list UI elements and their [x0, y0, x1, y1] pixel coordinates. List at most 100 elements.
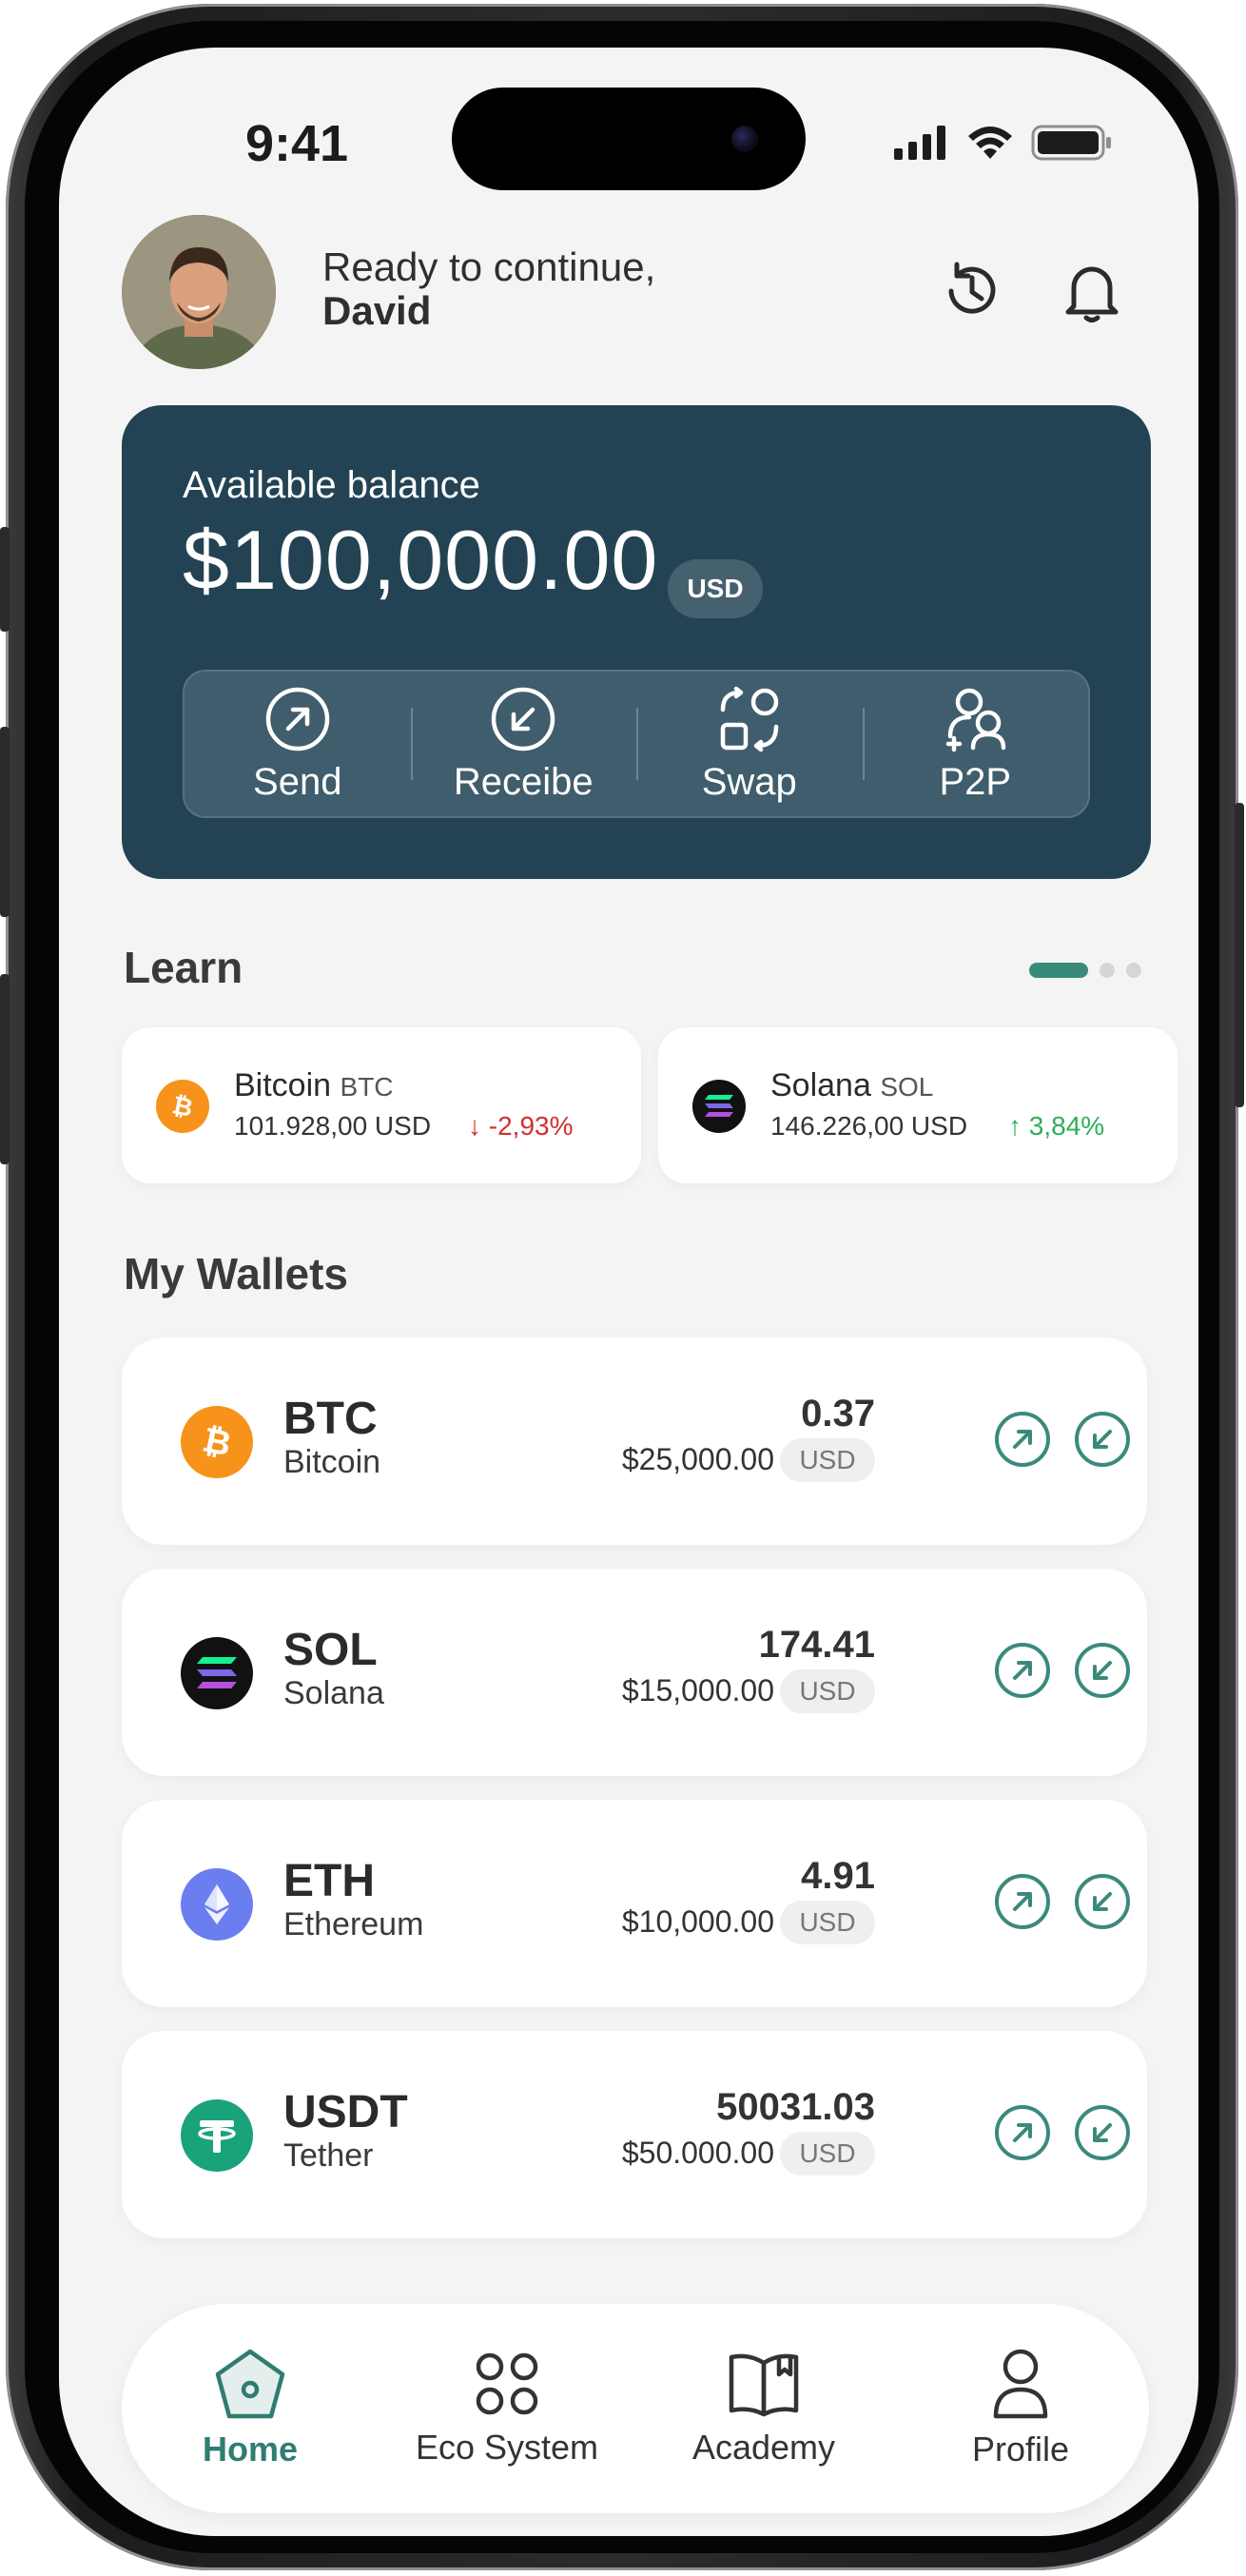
battery-icon: [1031, 125, 1111, 161]
grid-icon: [476, 2352, 538, 2415]
wallet-send-button[interactable]: [995, 1874, 1050, 1929]
camera-icon: [731, 126, 758, 152]
status-time: 9:41: [245, 115, 349, 172]
avatar[interactable]: [122, 215, 276, 369]
bottom-tab-bar: Home Eco System Academy Profile: [122, 2304, 1149, 2513]
signal-icon: [894, 126, 945, 160]
wallet-row-btc[interactable]: ₿ BTC Bitcoin 0.37 $25,000.00 USD: [122, 1337, 1147, 1545]
learn-card-bitcoin[interactable]: ₿ Bitcoin BTC 101.928,00 USD ↓ -2,93%: [122, 1027, 641, 1183]
phone-frame: 9:41 Ready to continue, David Available …: [0, 4, 1244, 2570]
power-button: [1235, 803, 1244, 1107]
wallet-value: $15,000.00: [621, 1673, 774, 1708]
balance-label: Available balance: [183, 464, 480, 506]
wallet-value: $25,000.00: [621, 1442, 774, 1476]
greeting-text: Ready to continue,: [322, 244, 656, 289]
coin-price: 101.928,00 USD: [234, 1111, 432, 1141]
coin-name: Solana: [770, 1067, 871, 1103]
wallet-amount: 174.41: [758, 1624, 875, 1666]
wallet-send-button[interactable]: [995, 1643, 1050, 1698]
wallet-row-sol[interactable]: SOL Solana 174.41 $15,000.00 USD: [122, 1569, 1147, 1776]
receive-button[interactable]: Receibe: [410, 672, 637, 816]
wallet-name: Tether: [283, 2137, 374, 2174]
tab-profile[interactable]: Profile: [892, 2304, 1149, 2513]
wallet-value: $50.000.00: [621, 2136, 774, 2170]
wallet-name: Solana: [283, 1675, 384, 1711]
bitcoin-icon: ₿: [181, 1406, 253, 1478]
learn-card-solana[interactable]: Solana SOL 146.226,00 USD ↑ 3,84%: [658, 1027, 1178, 1183]
receive-arrow-icon: [1093, 1892, 1112, 1911]
wallet-amount: 4.91: [801, 1855, 875, 1897]
wallet-row-eth[interactable]: ETH Ethereum 4.91 $10,000.00 USD: [122, 1800, 1147, 2007]
wallet-send-button[interactable]: [995, 2105, 1050, 2160]
wallet-currency: USD: [780, 1669, 875, 1713]
price-change-down: ↓ -2,93%: [468, 1111, 574, 1141]
p2p-label: P2P: [939, 760, 1012, 803]
change-value: -2,93%: [488, 1111, 574, 1141]
coin-ticker: BTC: [340, 1072, 394, 1102]
wallet-value: $10,000.00: [621, 1904, 774, 1939]
solana-icon: [181, 1637, 253, 1709]
balance-amount: $100,000.00: [183, 513, 659, 607]
receive-label: Receibe: [453, 760, 594, 803]
swap-icon: [720, 686, 778, 751]
change-value: 3,84%: [1028, 1111, 1105, 1141]
svg-text:₿: ₿: [199, 1421, 234, 1463]
tether-icon: [181, 2099, 253, 2172]
svg-text:₿: ₿: [170, 1091, 196, 1122]
dynamic-island: [452, 88, 806, 190]
wifi-icon: [968, 127, 1012, 159]
send-arrow-icon: [1013, 1430, 1032, 1449]
send-arrow-icon: [1013, 1661, 1032, 1680]
coin-ticker: SOL: [880, 1072, 934, 1102]
wallet-currency: USD: [780, 2132, 875, 2176]
bell-icon[interactable]: [1056, 255, 1128, 327]
quick-actions: Send Receibe Swap P2P: [183, 670, 1090, 818]
coin-name: Bitcoin: [234, 1067, 332, 1103]
currency-badge[interactable]: USD: [668, 559, 763, 618]
wallet-send-button[interactable]: [995, 1412, 1050, 1467]
send-arrow-icon: [1013, 2123, 1032, 2142]
wallet-symbol: ETH: [283, 1856, 375, 1906]
swap-button[interactable]: Swap: [636, 672, 863, 816]
carousel-dot[interactable]: [1126, 963, 1141, 978]
wallet-row-usdt[interactable]: USDT Tether 50031.03 $50.000.00 USD: [122, 2031, 1147, 2238]
send-button[interactable]: Send: [185, 672, 411, 816]
wallet-symbol: USDT: [283, 2087, 408, 2137]
avatar-photo: [122, 215, 276, 369]
wallet-symbol: SOL: [283, 1625, 378, 1675]
history-icon[interactable]: [936, 255, 1008, 327]
tab-eco-system[interactable]: Eco System: [379, 2304, 635, 2513]
send-arrow-icon: [1013, 1892, 1032, 1911]
learn-title: Learn: [124, 943, 243, 992]
coin-price: 146.226,00 USD: [770, 1111, 968, 1141]
screen: 9:41 Ready to continue, David Available …: [59, 48, 1198, 2536]
tab-academy[interactable]: Academy: [635, 2304, 892, 2513]
p2p-button[interactable]: P2P: [862, 672, 1089, 816]
carousel-dot-active[interactable]: [1029, 963, 1088, 978]
tab-label: Profile: [971, 2430, 1070, 2469]
wallet-receive-button[interactable]: [1075, 1412, 1130, 1467]
wallet-amount: 50031.03: [716, 2086, 875, 2128]
price-change-up: ↑ 3,84%: [1008, 1111, 1105, 1141]
receive-arrow-icon: [1093, 1661, 1112, 1680]
send-label: Send: [253, 760, 342, 803]
wallet-receive-button[interactable]: [1075, 1874, 1130, 1929]
volume-down-button: [0, 974, 10, 1164]
book-icon: [729, 2353, 799, 2417]
carousel-dot[interactable]: [1100, 963, 1115, 978]
wallet-receive-button[interactable]: [1075, 2105, 1130, 2160]
receive-arrow-icon: [1093, 1430, 1112, 1449]
solana-icon: [692, 1080, 746, 1133]
wallet-currency: USD: [780, 1438, 875, 1482]
user-name: David: [322, 288, 432, 333]
p2p-users-icon: [946, 688, 1006, 751]
volume-up-button: [0, 727, 10, 917]
wallet-amount: 0.37: [801, 1393, 875, 1434]
learn-coin-name: Solana SOL: [770, 1067, 933, 1104]
wallet-name: Bitcoin: [283, 1444, 381, 1480]
wallet-receive-button[interactable]: [1075, 1643, 1130, 1698]
tab-home[interactable]: Home: [122, 2304, 379, 2513]
wallet-symbol: BTC: [283, 1394, 378, 1444]
learn-coin-name: Bitcoin BTC: [234, 1067, 394, 1104]
wallet-name: Ethereum: [283, 1906, 424, 1942]
